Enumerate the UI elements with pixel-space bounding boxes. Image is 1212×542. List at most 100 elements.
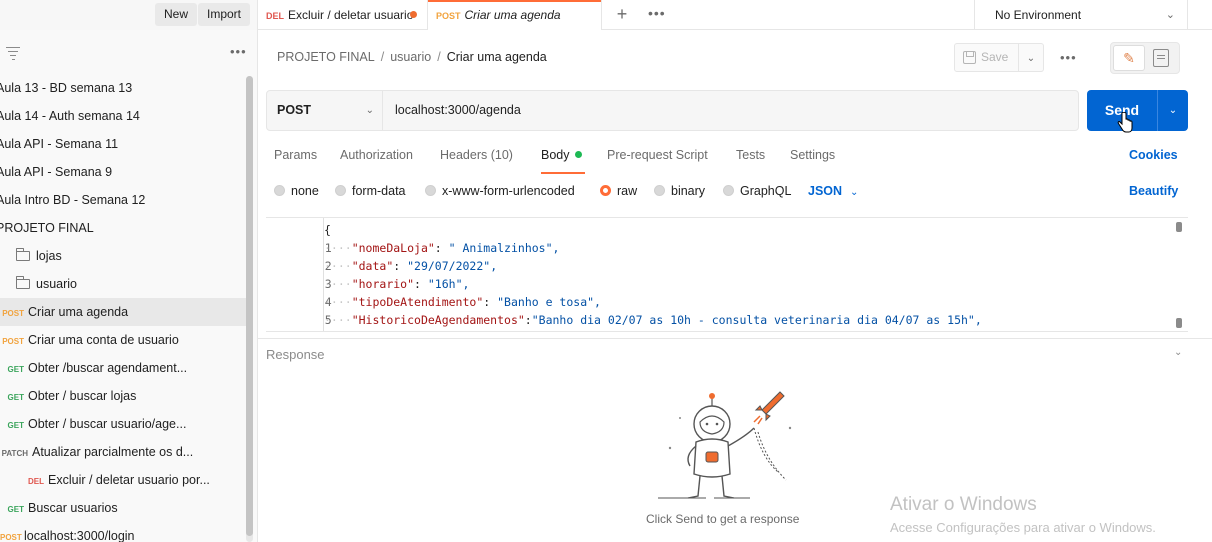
code-line: 4 ····"horario": "16h", [266, 275, 1171, 309]
page-title[interactable]: Criar uma agenda [447, 50, 547, 64]
method-badge: DEL [28, 477, 44, 486]
edit-pencil-icon[interactable]: ✎ [1113, 45, 1145, 71]
radio-label: x-www-form-urlencoded [442, 184, 575, 198]
tab-tests[interactable]: Tests [736, 148, 765, 162]
editor-scroll-down-handle[interactable] [1176, 318, 1182, 328]
top-bar: New Import DEL Excluir / deletar usuario … [0, 0, 1212, 30]
json-value: "Banho dia 02/07 as 10h - consulta veter… [531, 313, 982, 327]
code-line: 6····"HistoricoDeAgendamentos":"Banho di… [266, 311, 1171, 329]
body-type-none[interactable]: none [274, 184, 319, 198]
body-type-graphql[interactable]: GraphQL [723, 184, 791, 198]
breadcrumb-folder[interactable]: usuario [390, 50, 431, 64]
json-key: "data" [351, 259, 394, 273]
tab-authorization[interactable]: Authorization [340, 148, 413, 162]
sidebar-request[interactable]: GET Obter / buscar lojas [0, 382, 246, 410]
save-label: Save [981, 50, 1009, 64]
sidebar-folder-lojas[interactable]: lojas [16, 242, 257, 270]
editor-scroll-up-handle[interactable] [1176, 222, 1182, 232]
sidebar-request-criar-agenda[interactable]: POST Criar uma agenda [0, 298, 246, 326]
save-button[interactable]: Save [954, 43, 1019, 72]
sidebar-collection-projeto-final[interactable]: PROJETO FINAL [0, 214, 242, 242]
save-dropdown-chevron-icon[interactable]: ⌄ [1019, 43, 1044, 72]
tab-body[interactable]: Body [541, 148, 582, 162]
folder-open-icon [16, 276, 30, 289]
beautify-link[interactable]: Beautify [1129, 184, 1178, 198]
tab-pre-request-script[interactable]: Pre-request Script [607, 148, 708, 162]
body-type-raw[interactable]: raw [600, 184, 637, 198]
sidebar-collection[interactable]: Aula Intro BD - Semana 12 [0, 186, 242, 214]
radio-icon [654, 185, 665, 196]
breadcrumb-separator: / [380, 50, 385, 64]
radio-label: GraphQL [740, 184, 792, 198]
radio-label: none [291, 184, 319, 198]
json-key: "tipoDeAtendimento" [351, 295, 484, 309]
tabs-more-icon[interactable]: ••• [648, 6, 668, 22]
radio-icon [425, 185, 436, 196]
sidebar-request[interactable]: POST Criar uma conta de usuario [0, 326, 246, 354]
method-badge: GET [7, 421, 24, 430]
tab-criar-agenda[interactable]: POST Criar uma agenda [428, 0, 602, 30]
tab-params[interactable]: Params [274, 148, 317, 162]
radio-selected-icon [600, 185, 611, 196]
new-button[interactable]: New [155, 3, 198, 26]
method-badge: POST [2, 337, 24, 346]
sidebar-item-label: Aula 14 - Auth semana 14 [0, 109, 140, 123]
sidebar-folder-usuario[interactable]: usuario [16, 270, 257, 298]
body-active-dot-icon [574, 151, 582, 158]
tab-excluir-usuario[interactable]: DEL Excluir / deletar usuario [258, 0, 428, 30]
sidebar-item-label: PROJETO FINAL [0, 221, 94, 235]
body-format-select[interactable]: JSON ⌄ [808, 184, 858, 198]
sidebar-request[interactable]: DEL Excluir / deletar usuario por... [0, 466, 246, 494]
cookies-link[interactable]: Cookies [1129, 148, 1178, 162]
sidebar-item-label: Excluir / deletar usuario por... [48, 473, 210, 487]
body-type-binary[interactable]: binary [654, 184, 705, 198]
sidebar-request[interactable]: POST localhost:3000/login [0, 522, 246, 542]
body-format-value: JSON [808, 184, 843, 198]
sidebar-collection[interactable]: Aula 13 - BD semana 13 [0, 74, 242, 102]
method-badge: PATCH [1, 449, 28, 458]
sidebar-item-label: Criar uma conta de usuario [28, 333, 179, 347]
sidebar-item-label: Buscar usuarios [28, 501, 118, 515]
sidebar-more-icon[interactable]: ••• [230, 44, 247, 59]
response-title[interactable]: Response [266, 347, 325, 362]
url-input[interactable]: localhost:3000/agenda [395, 91, 521, 130]
sidebar-collection[interactable]: Aula 14 - Auth semana 14 [0, 102, 242, 130]
radio-icon [723, 185, 734, 196]
code-line: 3 ····"data": "29/07/2022", [266, 257, 1171, 291]
filter-icon[interactable] [6, 47, 20, 61]
body-type-form-data[interactable]: form-data [335, 184, 406, 198]
view-mode-toggle: ✎ [1110, 42, 1180, 74]
body-type-urlencoded[interactable]: x-www-form-urlencoded [425, 184, 575, 198]
sidebar-request[interactable]: GET Buscar usuarios [0, 494, 246, 522]
sidebar-item-label: Aula API - Semana 9 [0, 165, 113, 179]
code-editor[interactable]: 1{ 2 ····"nomeDaLoja": " Animalzinhos", 3… [266, 217, 1188, 332]
json-key: "nomeDaLoja" [351, 241, 435, 255]
chevron-down-icon: ⌄ [365, 105, 374, 116]
sidebar-item-label: Aula 13 - BD semana 13 [0, 81, 133, 95]
sidebar-request[interactable]: GET Obter /buscar agendament... [0, 354, 246, 382]
tab-method-del: DEL [266, 11, 284, 21]
request-more-icon[interactable]: ••• [1060, 50, 1077, 65]
breadcrumb-separator: / [437, 50, 441, 64]
sidebar-request[interactable]: PATCH Atualizar parcialmente os d... [0, 438, 246, 466]
method-select[interactable]: POST ⌄ [267, 91, 383, 130]
sidebar: ••• Aula 13 - BD semana 13 Aula 14 - Aut… [0, 30, 258, 542]
sidebar-item-label: Obter / buscar usuario/age... [28, 417, 187, 431]
breadcrumb-project[interactable]: PROJETO FINAL [277, 50, 375, 64]
request-url-bar: POST ⌄ localhost:3000/agenda [266, 90, 1079, 131]
tab-settings[interactable]: Settings [790, 148, 835, 162]
sidebar-item-label: Atualizar parcialmente os d... [32, 445, 194, 459]
sidebar-collection[interactable]: Aula API - Semana 9 [0, 158, 242, 186]
code-line: 5 ····"tipoDeAtendimento": "Banho e tosa"… [266, 293, 1171, 327]
documentation-icon[interactable] [1153, 49, 1169, 67]
new-tab-plus-icon[interactable]: + [612, 4, 632, 24]
sidebar-collection[interactable]: Aula API - Semana 11 [0, 130, 242, 158]
chevron-down-icon[interactable]: ⌄ [1174, 347, 1182, 358]
sidebar-scrollbar[interactable] [246, 76, 253, 542]
environment-select[interactable]: No Environment ⌄ [974, 0, 1188, 30]
send-dropdown-chevron-icon[interactable]: ⌄ [1157, 90, 1188, 131]
sidebar-request[interactable]: GET Obter / buscar usuario/age... [0, 410, 246, 438]
tab-headers[interactable]: Headers (10) [440, 148, 513, 162]
import-button[interactable]: Import [198, 3, 251, 26]
sidebar-item-label: Aula API - Semana 11 [0, 137, 119, 151]
